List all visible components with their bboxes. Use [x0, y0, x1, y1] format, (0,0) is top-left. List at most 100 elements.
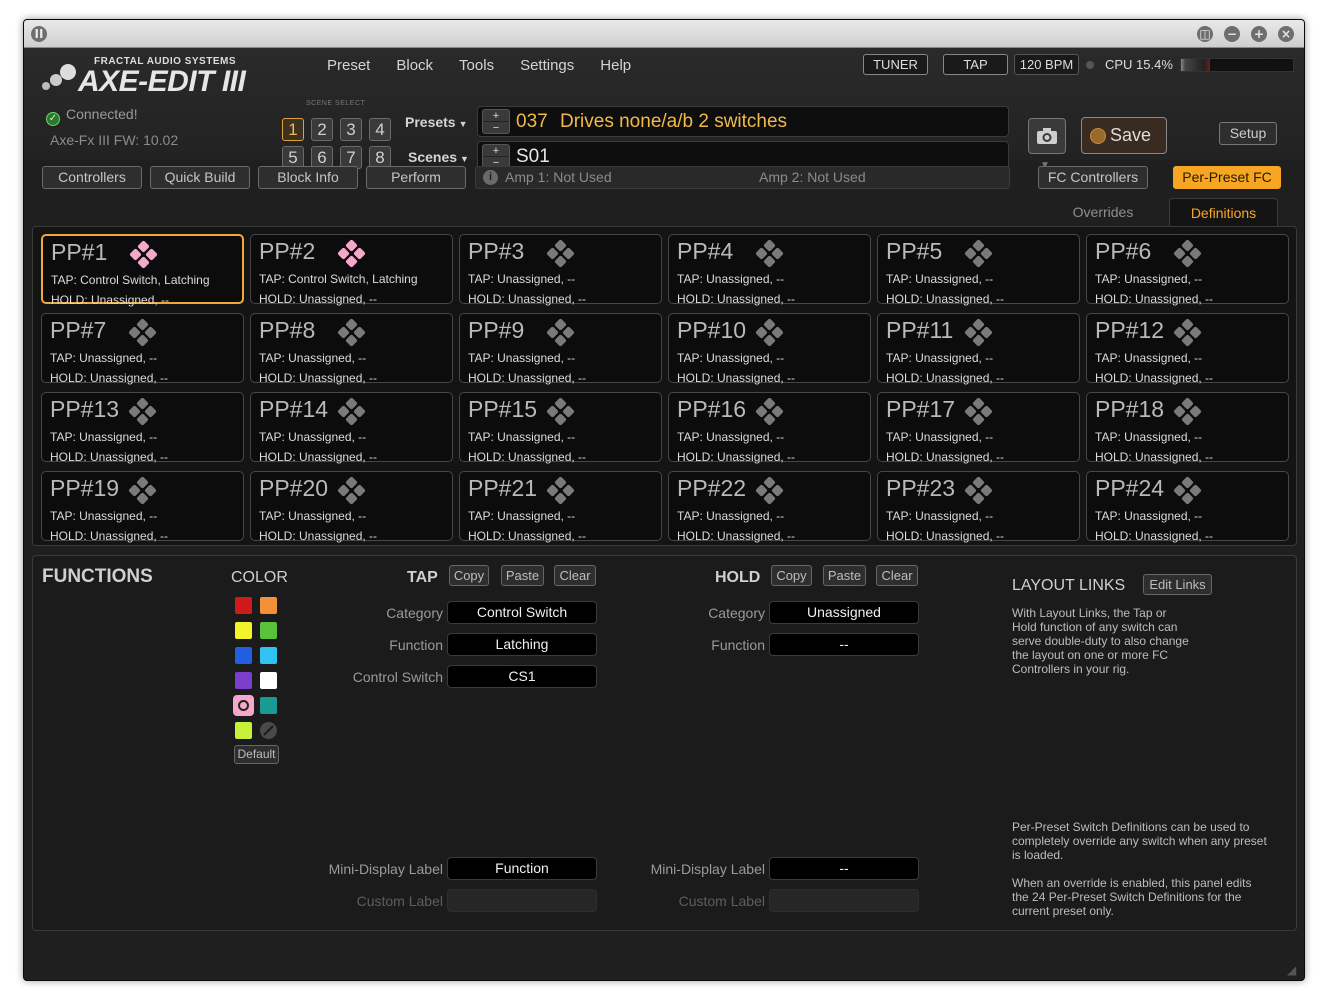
footswitch-icon [964, 239, 993, 268]
hold-category-select[interactable]: Unassigned [769, 601, 919, 624]
minus-icon[interactable]: − [483, 122, 509, 134]
hold-title: HOLD [715, 569, 761, 586]
no-color-icon[interactable] [260, 722, 277, 739]
hold-custom-label-input[interactable] [769, 889, 919, 912]
menu-block[interactable]: Block [396, 57, 433, 74]
menu-help[interactable]: Help [600, 57, 631, 74]
switch-card-15[interactable]: PP#15 TAP: Unassigned, -- HOLD: Unassigned… [459, 392, 662, 464]
maximize-icon[interactable]: + [1251, 26, 1267, 42]
hold-clear-button[interactable]: Clear [876, 565, 918, 586]
switch-card-13[interactable]: PP#13 TAP: Unassigned, -- HOLD: Unassigned… [41, 392, 244, 464]
tap-custom-label-input[interactable] [447, 889, 597, 912]
switch-card-4[interactable]: PP#4 TAP: Unassigned, -- HOLD: Unassigned,… [668, 234, 871, 306]
plus-icon[interactable]: + [483, 110, 509, 122]
info-icon[interactable]: i [483, 170, 498, 185]
switch-card-5[interactable]: PP#5 TAP: Unassigned, -- HOLD: Unassigned,… [877, 234, 1080, 306]
tab-fc-controllers[interactable]: FC Controllers [1038, 166, 1148, 189]
scene-button-1[interactable]: 1 [282, 118, 304, 141]
pin-icon[interactable]: ◫ [1197, 26, 1213, 42]
subtab-overrides[interactable]: Overrides [1060, 198, 1146, 226]
switch-card-6[interactable]: PP#6 TAP: Unassigned, -- HOLD: Unassigned,… [1086, 234, 1289, 306]
tap-function-select[interactable]: Latching [447, 633, 597, 656]
tap-mini-display-select[interactable]: Function [447, 857, 597, 880]
switch-card-9[interactable]: PP#9 TAP: Unassigned, -- HOLD: Unassigned,… [459, 313, 662, 385]
preset-name[interactable]: Drives none/a/b 2 switches [560, 111, 787, 133]
color-swatch[interactable] [235, 622, 252, 639]
minimize-icon[interactable]: − [1224, 26, 1240, 42]
hold-function-select[interactable]: -- [769, 633, 919, 656]
save-button[interactable]: Save [1081, 117, 1167, 154]
scene-button-3[interactable]: 3 [340, 118, 362, 141]
color-swatch[interactable] [260, 622, 277, 639]
color-swatch-selected[interactable] [233, 695, 254, 716]
hold-paste-button[interactable]: Paste [823, 565, 866, 586]
tap-copy-button[interactable]: Copy [449, 565, 489, 586]
switch-card-21[interactable]: PP#21 TAP: Unassigned, -- HOLD: Unassigned… [459, 471, 662, 543]
scene-button-2[interactable]: 2 [311, 118, 333, 141]
switch-card-12[interactable]: PP#12 TAP: Unassigned, -- HOLD: Unassigned… [1086, 313, 1289, 385]
subtab-definitions[interactable]: Definitions [1169, 198, 1278, 226]
color-swatch[interactable] [260, 672, 277, 689]
plus-icon[interactable]: + [483, 145, 509, 157]
switch-card-14[interactable]: PP#14 TAP: Unassigned, -- HOLD: Unassigned… [250, 392, 453, 464]
scene-button-4[interactable]: 4 [369, 118, 391, 141]
hold-custom-label: Custom Label [678, 893, 765, 909]
switch-card-11[interactable]: PP#11 TAP: Unassigned, -- HOLD: Unassigned… [877, 313, 1080, 385]
switch-card-20[interactable]: PP#20 TAP: Unassigned, -- HOLD: Unassigned… [250, 471, 453, 543]
menu-preset[interactable]: Preset [327, 57, 370, 74]
switch-card-17[interactable]: PP#17 TAP: Unassigned, -- HOLD: Unassigned… [877, 392, 1080, 464]
tap-clear-button[interactable]: Clear [554, 565, 596, 586]
color-swatch[interactable] [235, 672, 252, 689]
color-swatch[interactable] [235, 647, 252, 664]
camera-icon[interactable] [1028, 118, 1066, 154]
switch-card-23[interactable]: PP#23 TAP: Unassigned, -- HOLD: Unassigned… [877, 471, 1080, 543]
scenes-dropdown[interactable]: Scenes ▼ [408, 149, 469, 165]
switch-card-7[interactable]: PP#7 TAP: Unassigned, -- HOLD: Unassigned,… [41, 313, 244, 385]
footswitch-icon [546, 397, 575, 426]
switch-card-19[interactable]: PP#19 TAP: Unassigned, -- HOLD: Unassigned… [41, 471, 244, 543]
switch-card-18[interactable]: PP#18 TAP: Unassigned, -- HOLD: Unassigned… [1086, 392, 1289, 464]
color-swatch[interactable] [235, 597, 252, 614]
color-swatch[interactable] [260, 697, 277, 714]
check-icon: ✓ [46, 112, 60, 126]
menu-settings[interactable]: Settings [520, 57, 574, 74]
bpm-display[interactable]: 120 BPM [1014, 54, 1079, 75]
switch-card-22[interactable]: PP#22 TAP: Unassigned, -- HOLD: Unassigned… [668, 471, 871, 543]
default-color-button[interactable]: Default [234, 745, 279, 764]
footswitch-icon [128, 318, 157, 347]
switch-card-16[interactable]: PP#16 TAP: Unassigned, -- HOLD: Unassigned… [668, 392, 871, 464]
tab-block-info[interactable]: Block Info [258, 166, 358, 189]
tab-perform[interactable]: Perform [366, 166, 466, 189]
switch-card-3[interactable]: PP#3 TAP: Unassigned, -- HOLD: Unassigned,… [459, 234, 662, 306]
save-label: Save [1110, 125, 1152, 145]
edit-links-button[interactable]: Edit Links [1143, 574, 1212, 595]
tab-quick-build[interactable]: Quick Build [150, 166, 250, 189]
header: FRACTAL AUDIO SYSTEMS AXE-EDIT III Prese… [24, 48, 1304, 172]
color-swatch[interactable] [235, 722, 252, 739]
close-icon[interactable]: × [1278, 26, 1294, 42]
color-swatch[interactable] [260, 597, 277, 614]
switch-card-1[interactable]: PP#1 TAP: Control Switch, Latching HOLD: U… [41, 234, 244, 307]
menu-tools[interactable]: Tools [459, 57, 494, 74]
preset-stepper[interactable]: + − [482, 109, 510, 134]
switch-card-10[interactable]: PP#10 TAP: Unassigned, -- HOLD: Unassigned… [668, 313, 871, 385]
resize-grip-icon[interactable]: ◢ [1287, 963, 1301, 977]
tap-control-switch-select[interactable]: CS1 [447, 665, 597, 688]
tap-tempo-button[interactable]: TAP [943, 54, 1008, 75]
tap-paste-button[interactable]: Paste [501, 565, 544, 586]
tap-category-select[interactable]: Control Switch [447, 601, 597, 624]
preset-display[interactable]: + − 037 Drives none/a/b 2 switches [477, 106, 1009, 137]
tuner-button[interactable]: TUNER [863, 54, 928, 75]
color-swatch[interactable] [260, 647, 277, 664]
presets-dropdown[interactable]: Presets ▼ [405, 114, 468, 130]
switch-card-24[interactable]: PP#24 TAP: Unassigned, -- HOLD: Unassigned… [1086, 471, 1289, 543]
pause-icon[interactable]: II [31, 26, 47, 42]
switch-card-8[interactable]: PP#8 TAP: Unassigned, -- HOLD: Unassigned,… [250, 313, 453, 385]
switch-card-2[interactable]: PP#2 TAP: Control Switch, Latching HOLD: U… [250, 234, 453, 306]
hold-copy-button[interactable]: Copy [771, 565, 812, 586]
tab-per-preset-fc[interactable]: Per-Preset FC [1173, 166, 1281, 189]
switch-tap-text: TAP: Unassigned, -- [259, 430, 367, 444]
setup-button[interactable]: Setup [1219, 122, 1277, 145]
hold-mini-display-select[interactable]: -- [769, 857, 919, 880]
tab-controllers[interactable]: Controllers [42, 166, 142, 189]
